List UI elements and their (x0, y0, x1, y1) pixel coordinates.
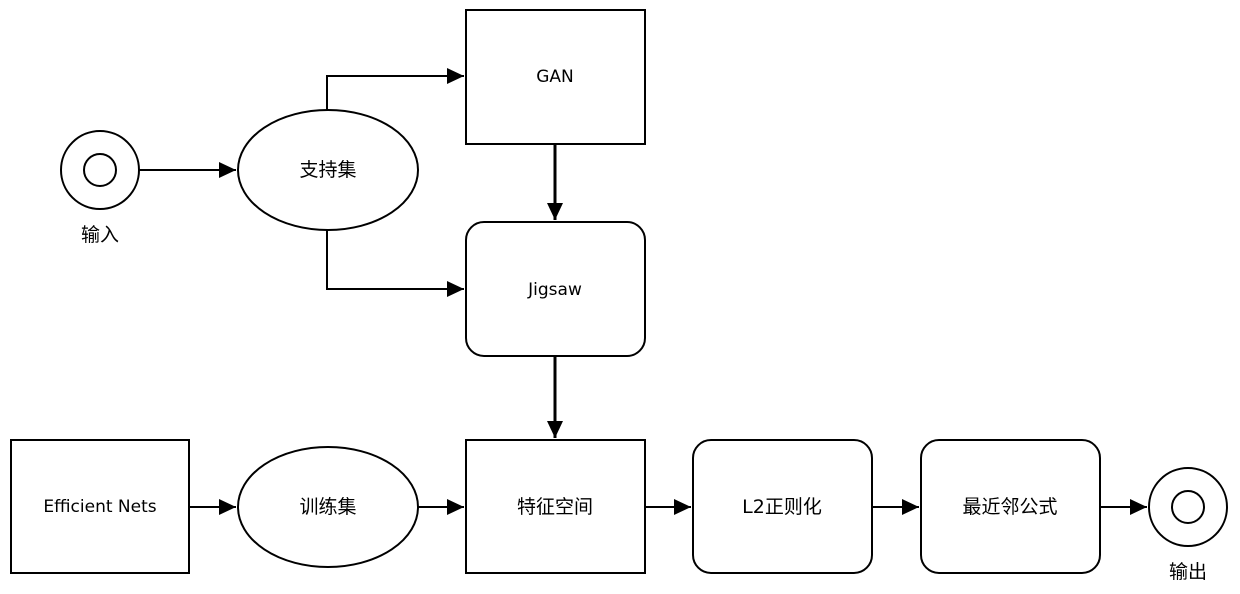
flow-diagram: 输入 支持集 GAN Jigsaw Efficient Nets 训练集 特征空… (10, 9, 1228, 583)
efficient-nets-label: Efficient Nets (43, 497, 156, 517)
edge-support-set-to-jigsaw (326, 229, 464, 297)
node-l2-norm[interactable]: L2正则化 (692, 439, 873, 574)
output-label: 输出 (1169, 561, 1207, 583)
jigsaw-label: Jigsaw (527, 280, 582, 300)
node-training-set[interactable]: 训练集 (237, 446, 419, 568)
feature-space-label: 特征空间 (517, 496, 593, 518)
edge-support-set-to-gan (326, 68, 464, 111)
node-gan[interactable]: GAN (465, 9, 646, 145)
input-inner-circle (83, 153, 117, 187)
node-support-set[interactable]: 支持集 (237, 109, 419, 231)
support-set-label: 支持集 (299, 159, 356, 181)
nearest-neighbor-label: 最近邻公式 (962, 496, 1057, 518)
node-input[interactable]: 输入 (60, 130, 140, 246)
training-set-label: 训练集 (299, 496, 356, 518)
node-efficient-nets[interactable]: Efficient Nets (10, 439, 190, 574)
gan-label: GAN (536, 67, 574, 87)
node-nearest-neighbor[interactable]: 最近邻公式 (920, 439, 1101, 574)
l2-norm-label: L2正则化 (742, 496, 822, 518)
node-output[interactable]: 输出 (1148, 467, 1228, 583)
output-inner-circle (1171, 490, 1205, 524)
input-label: 输入 (81, 224, 119, 246)
node-jigsaw[interactable]: Jigsaw (465, 221, 646, 357)
node-feature-space[interactable]: 特征空间 (465, 439, 646, 574)
